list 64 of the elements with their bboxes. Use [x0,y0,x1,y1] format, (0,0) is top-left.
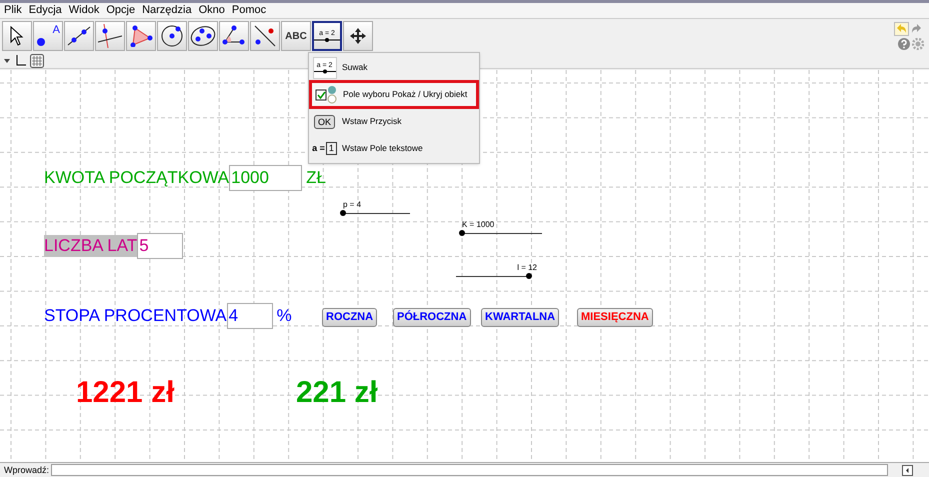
input-field[interactable]: 4 [226,303,273,329]
tool-button[interactable] [250,21,280,51]
dropdown-item[interactable]: OK Wstaw Przycisk [309,108,479,135]
menu-item[interactable]: Okno [198,5,225,16]
dropdown-item-label: Wstaw Pole tekstowe [342,142,423,155]
point-label: A [52,25,60,36]
triangle-icon [129,25,153,47]
ellipse-icon [190,25,216,47]
angle-icon [222,25,246,47]
checkbox-tool-icon [314,84,336,104]
tool-button[interactable] [64,21,94,51]
interest-button[interactable]: PÓŁROCZNA [393,308,471,327]
tool-button[interactable] [219,21,249,51]
unit-label: ZŁ [306,167,326,190]
field-label: KWOTA POCZĄTKOWA [44,167,230,189]
tool-button[interactable]: ABC [281,21,311,51]
tool-button[interactable] [2,21,32,51]
text-tool-label: ABC [285,30,307,44]
tool-button[interactable]: A [33,21,63,51]
menu-item[interactable]: Narzędzia [142,5,192,16]
line-icon [67,25,91,47]
dropdown-item-label: Pole wyboru Pokaż / Ukryj obiekt [343,88,468,101]
dropdown-item[interactable]: a = 1 Wstaw Pole tekstowe [309,135,479,162]
point-icon [36,37,46,47]
reflect-icon [253,24,277,48]
axes-icon[interactable] [14,54,26,66]
result-value: 221 zł [296,378,378,408]
input-bar-label: Wprowadź: [4,466,50,474]
interest-button[interactable]: KWARTALNA [481,308,560,327]
menu-item[interactable]: Pomoc [232,5,266,16]
menu-item[interactable]: Edycja [28,5,62,16]
tool-button[interactable] [126,21,156,51]
dropdown-item-label: Suwak [342,61,368,74]
slider-caption: p = 4 [343,200,362,210]
field-label: STOPA PROCENTOWA [44,305,227,327]
input-field[interactable]: 5 [137,233,184,259]
tool-button[interactable] [157,21,187,51]
interest-button[interactable]: ROCZNA [322,308,378,327]
grid-icon[interactable] [30,54,44,68]
help-icon[interactable] [898,38,910,50]
dropdown-item[interactable]: Pole wyboru Pokaż / Ukryj obiekt [310,81,478,108]
unit-label: % [276,305,292,328]
collapse-icon[interactable] [4,58,10,62]
circle-icon [160,24,184,48]
input-bar-field[interactable] [51,464,888,476]
result-value: 1221 zł [76,378,174,408]
input-help-icon[interactable] [902,464,914,476]
slider-track[interactable] [456,273,529,279]
move-arrows-icon [349,27,367,45]
tool-button[interactable] [343,21,373,51]
perpendicular-line-icon [98,24,122,48]
menu-item[interactable]: Opcje [106,5,136,16]
slider-track[interactable] [343,210,410,216]
cursor-icon [9,26,25,46]
slider-caption: K = 1000 [462,220,496,230]
ok-button-icon: OK [314,114,335,128]
menu-item[interactable]: Plik [4,5,22,16]
slider-track[interactable] [462,230,542,236]
menu-item[interactable]: Widok [68,5,100,16]
field-label: LICZBA LAT [44,235,138,257]
tool-button[interactable] [95,21,125,51]
slider-caption: l = 12 [516,263,537,273]
tool-button[interactable] [188,21,218,51]
dropdown-item-label: Wstaw Przycisk [342,115,402,128]
